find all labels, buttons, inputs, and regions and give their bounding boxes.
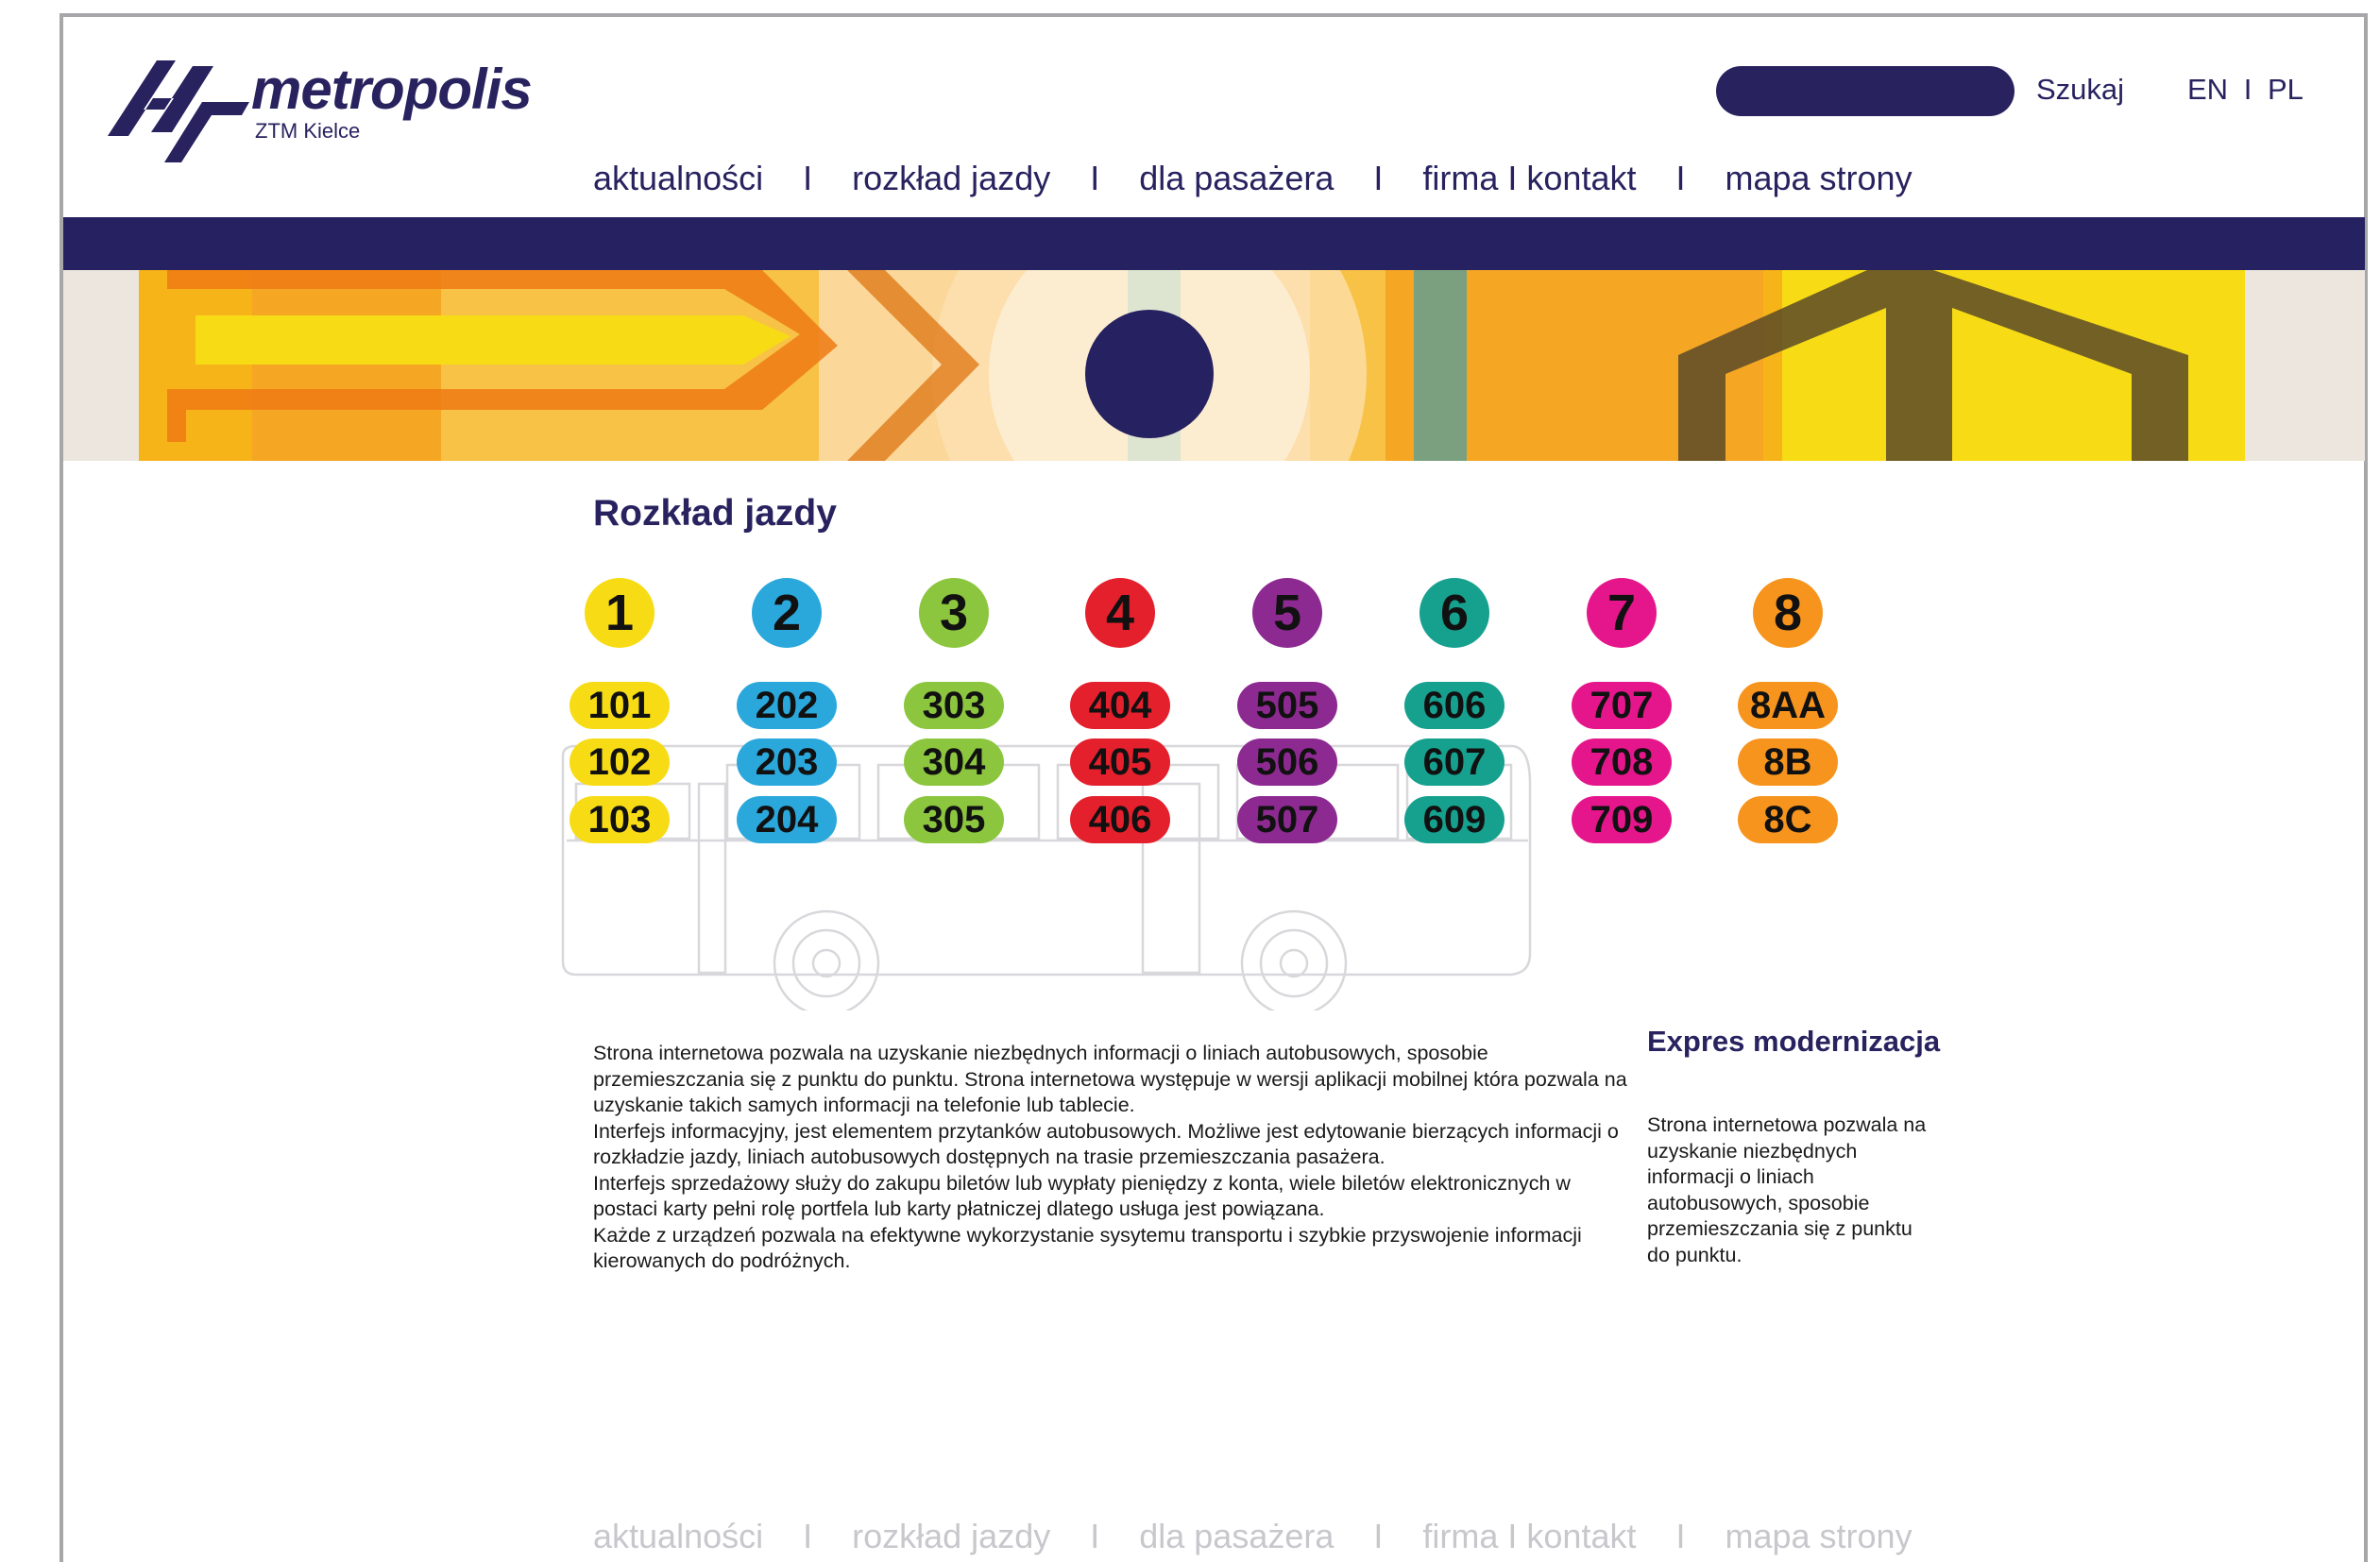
description-paragraph: Strona internetowa pozwala na uzyskanie … (593, 1042, 1627, 1116)
route-pill[interactable]: 405 (1070, 739, 1170, 786)
footer-separator: I (1090, 1517, 1100, 1555)
route-pill[interactable]: 506 (1237, 739, 1337, 786)
line-badge[interactable]: 8 (1753, 578, 1823, 648)
footer-item-passenger[interactable]: dla pasażera (1139, 1517, 1334, 1556)
route-pill[interactable]: 103 (570, 796, 670, 843)
line-badge[interactable]: 5 (1252, 578, 1322, 648)
route-pill[interactable]: 102 (570, 739, 670, 786)
footer-item-sitemap[interactable]: mapa strony (1725, 1517, 1912, 1556)
footer-item-company-contact[interactable]: firma I kontakt (1422, 1517, 1636, 1556)
route-pill[interactable]: 507 (1237, 796, 1337, 843)
route-pill[interactable]: 505 (1237, 682, 1337, 729)
route-pill[interactable]: 8AA (1738, 682, 1838, 729)
route-pill[interactable]: 203 (737, 739, 837, 786)
route-pill[interactable]: 8B (1738, 739, 1838, 786)
sidebar-title: Expres modernizacja (1647, 1025, 1941, 1058)
line-badge[interactable]: 6 (1420, 578, 1489, 648)
route-pill[interactable]: 304 (904, 739, 1004, 786)
description-paragraph: Interfejs sprzedażowy służy do zakupu bi… (593, 1171, 1571, 1221)
route-grid: 1 101 102 103 2 202 203 204 3 303 304 305 4 404 405 406… (0, 0, 2380, 850)
line-badge[interactable]: 2 (752, 578, 822, 648)
footer-item-news[interactable]: aktualności (593, 1517, 763, 1556)
route-pill[interactable]: 708 (1572, 739, 1672, 786)
description: Strona internetowa pozwala na uzyskanie … (593, 1041, 1632, 1275)
route-pill[interactable]: 607 (1404, 739, 1504, 786)
line-badge[interactable]: 3 (919, 578, 989, 648)
line-badge[interactable]: 7 (1587, 578, 1657, 648)
footer-separator: I (803, 1517, 813, 1555)
description-paragraph: Interfejs informacyjny, jest elementem p… (593, 1119, 1619, 1169)
route-pill[interactable]: 606 (1404, 682, 1504, 729)
route-pill[interactable]: 305 (904, 796, 1004, 843)
route-pill[interactable]: 707 (1572, 682, 1672, 729)
route-pill[interactable]: 303 (904, 682, 1004, 729)
footer-separator: I (1373, 1517, 1384, 1555)
sidebar-text: Strona internetowa pozwala na uzyskanie … (1647, 1113, 1927, 1266)
route-pill[interactable]: 204 (737, 796, 837, 843)
route-pill[interactable]: 202 (737, 682, 837, 729)
description-paragraph: Każde z urządzeń pozwala na efektywne wy… (593, 1223, 1582, 1273)
route-pill[interactable]: 8C (1738, 796, 1838, 843)
route-pill[interactable]: 404 (1070, 682, 1170, 729)
route-pill[interactable]: 709 (1572, 796, 1672, 843)
footer-separator: I (1675, 1517, 1686, 1555)
route-pill[interactable]: 101 (570, 682, 670, 729)
line-badge[interactable]: 4 (1085, 578, 1155, 648)
line-badge[interactable]: 1 (585, 578, 654, 648)
footer-item-timetable[interactable]: rozkład jazdy (852, 1517, 1050, 1556)
route-pill[interactable]: 609 (1404, 796, 1504, 843)
route-pill[interactable]: 406 (1070, 796, 1170, 843)
footer-nav: aktualności I rozkład jazdy I dla pasaże… (593, 1517, 1912, 1556)
